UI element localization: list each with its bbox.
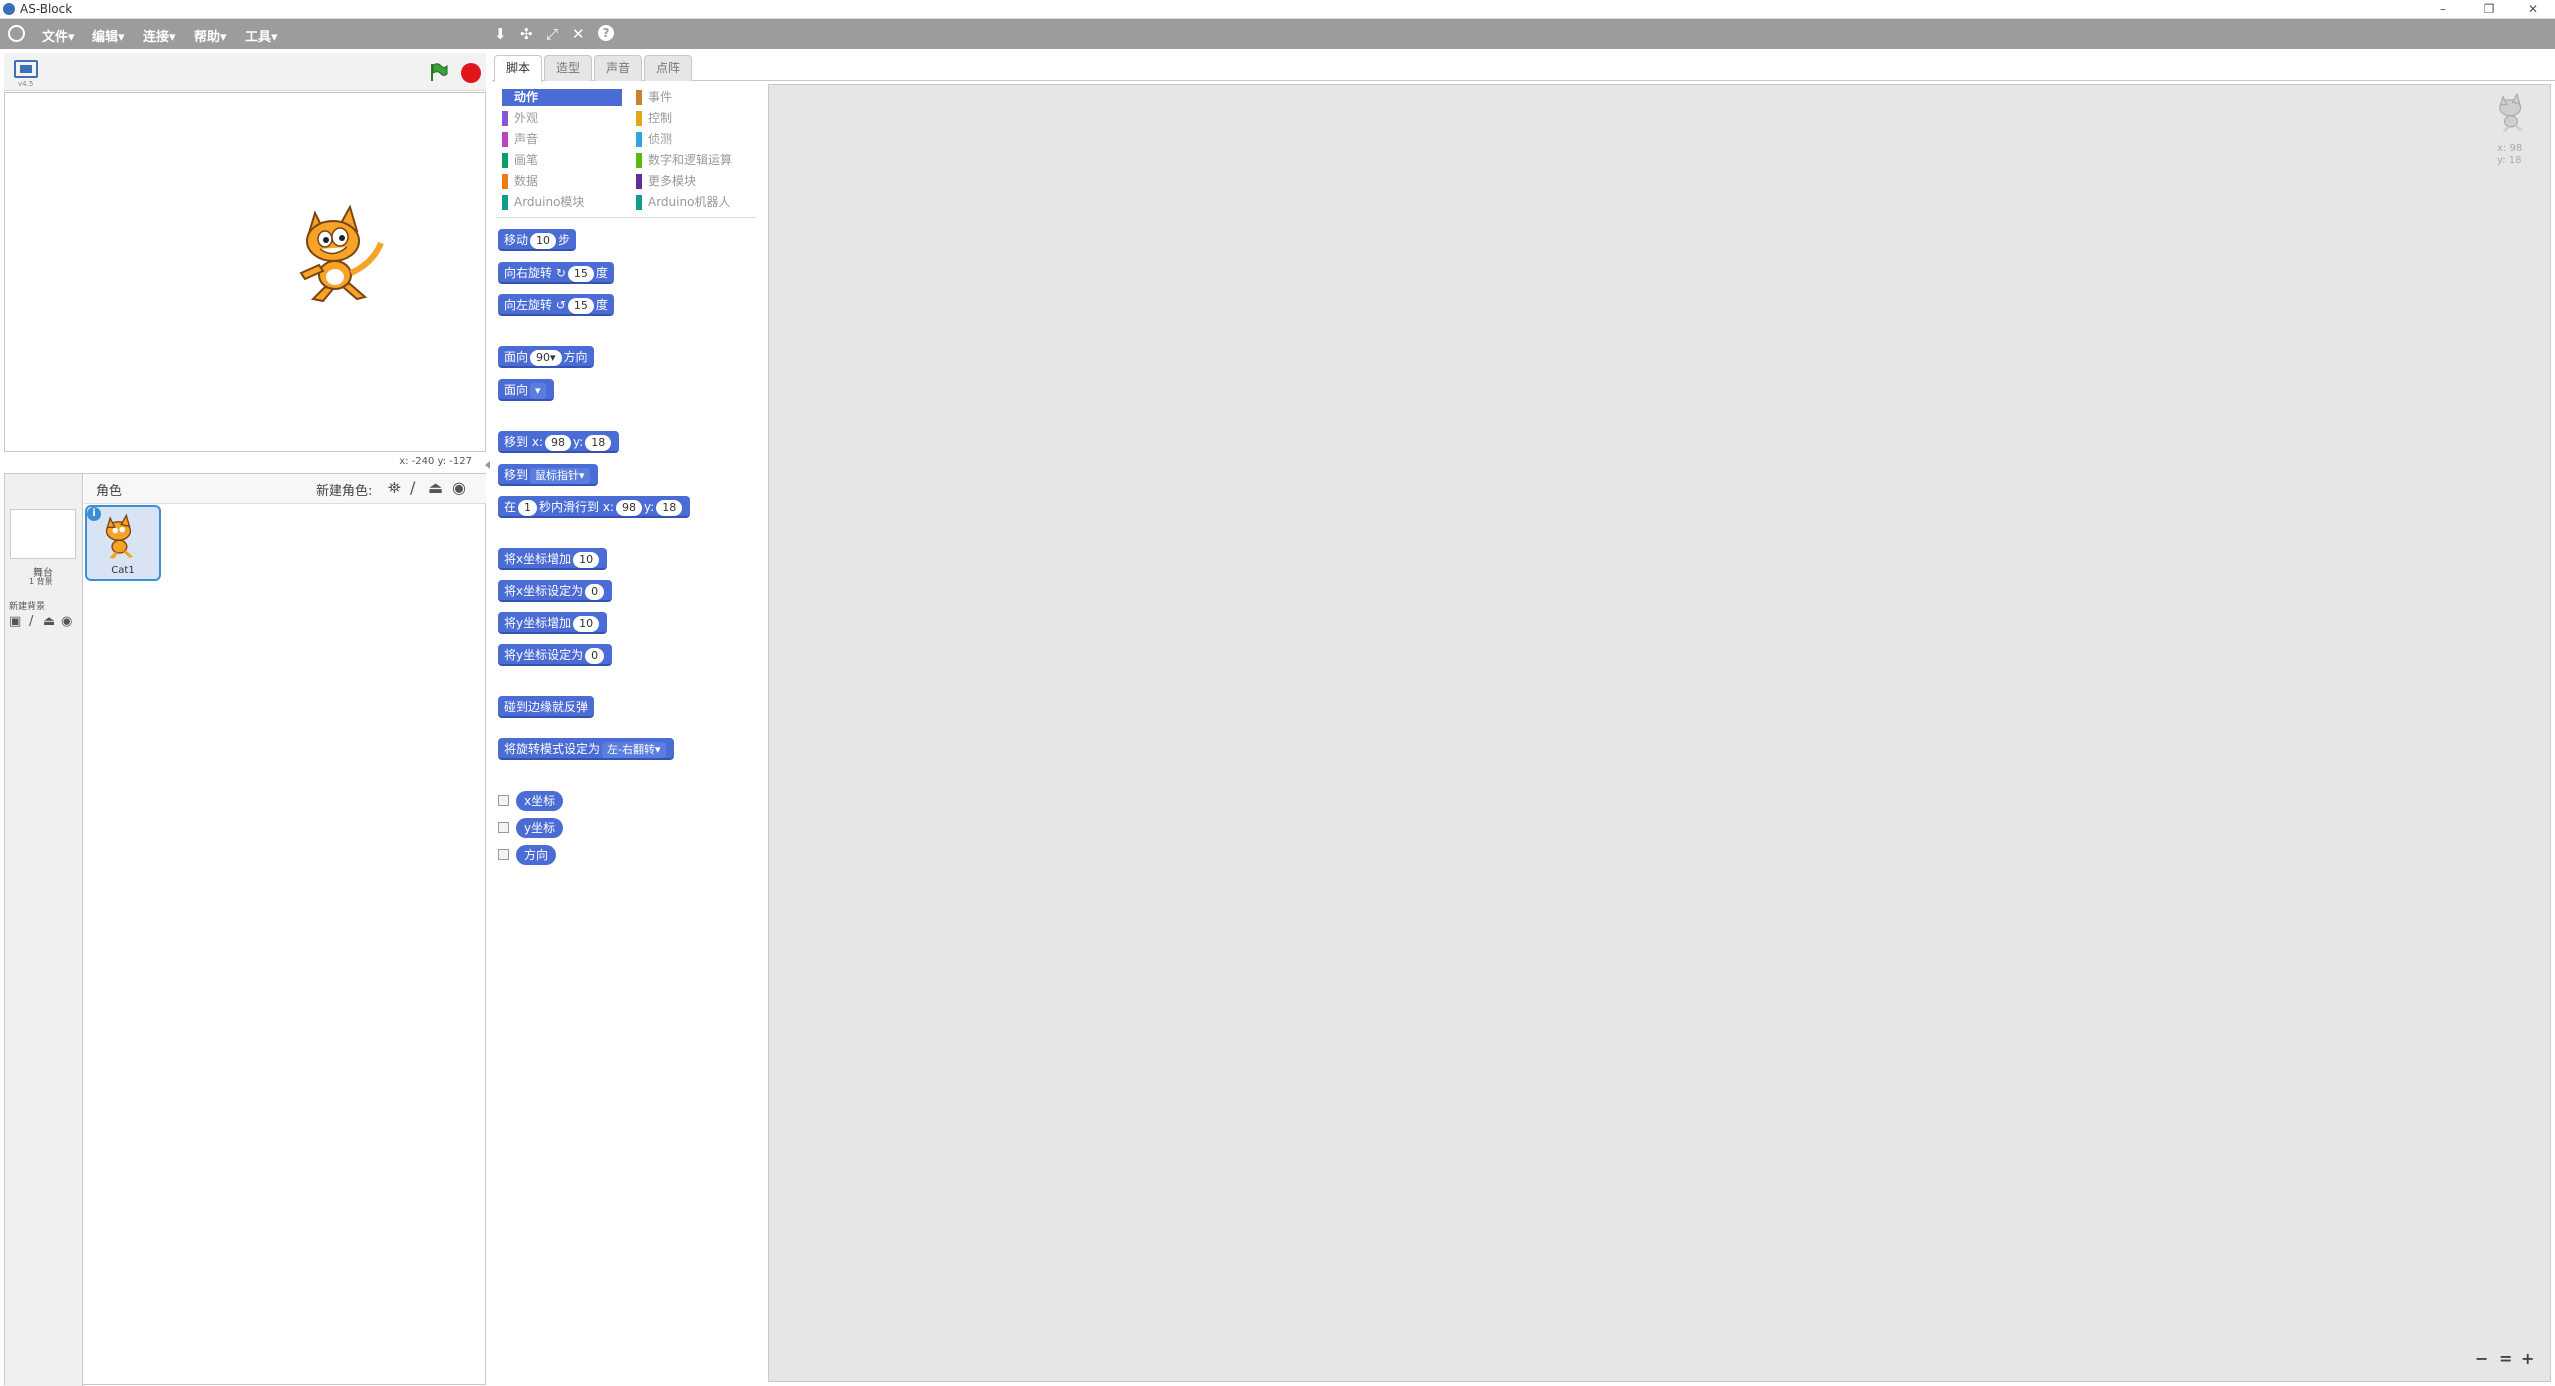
category-arduino-robot[interactable]: Arduino机器人: [636, 194, 756, 211]
globe-icon[interactable]: [8, 25, 25, 42]
paint-backdrop-icon[interactable]: /: [29, 614, 33, 629]
zoom-out-icon[interactable]: −: [2475, 1349, 2488, 1368]
tab-sounds[interactable]: 声音: [594, 55, 642, 81]
stage-column: 舞台 1 背景 新建背景 ▣ / ⏏ ◉: [5, 474, 83, 1386]
sprite-pane: 舞台 1 背景 新建背景 ▣ / ⏏ ◉ 角色 新建角色: ⛯ / ⏏ ◉ i …: [4, 473, 486, 1386]
menu-file[interactable]: 文件▾: [42, 26, 75, 45]
app-logo-icon: [3, 3, 15, 15]
sprite-info-icon[interactable]: i: [87, 507, 101, 521]
sprites-title: 角色: [96, 484, 123, 499]
stage[interactable]: [4, 92, 486, 452]
window-title: AS-Block: [20, 2, 73, 16]
block-point-towards[interactable]: 面向 ▾: [498, 379, 554, 401]
checkbox-direction[interactable]: [498, 849, 509, 860]
presentation-mode-icon[interactable]: [14, 60, 38, 78]
block-set-y[interactable]: 将y坐标设定为 0: [498, 644, 613, 666]
category-sensing[interactable]: 侦测: [636, 131, 756, 148]
checkbox-x-position[interactable]: [498, 795, 509, 806]
restore-button[interactable]: ❐: [2466, 0, 2512, 19]
sprite-tile-cat1[interactable]: i Cat1: [85, 505, 161, 581]
reporter-direction[interactable]: 方向: [516, 845, 557, 865]
camera-sprite-icon[interactable]: ◉: [452, 478, 466, 497]
version-label: v4.5: [18, 80, 34, 88]
category-motion[interactable]: 动作: [502, 89, 622, 106]
rotate-ccw-icon: ↺: [555, 298, 566, 312]
block-palette: 动作 外观 声音 画笔 数据 Arduino模块 事件 控制 侦测 数字和逻辑运…: [492, 82, 762, 1385]
backdrop-count: 1 背景: [29, 577, 53, 586]
stage-header: v4.5: [4, 53, 486, 91]
menu-bar: 文件▾ 编辑▾ 连接▾ 帮助▾ 工具▾ ⬇ ✣ ⤢ ✕ ?: [0, 19, 2555, 49]
tab-matrix[interactable]: 点阵: [644, 55, 692, 81]
category-looks[interactable]: 外观: [502, 110, 622, 127]
zoom-reset-icon[interactable]: =: [2499, 1349, 2512, 1368]
menu-tools[interactable]: 工具▾: [245, 26, 278, 45]
zoom-in-icon[interactable]: +: [2521, 1349, 2534, 1368]
category-events[interactable]: 事件: [636, 89, 756, 106]
script-area[interactable]: x: 98 y: 18 − = +: [768, 84, 2551, 1382]
rotate-cw-icon: ↻: [555, 266, 566, 280]
paint-sprite-icon[interactable]: /: [410, 478, 415, 497]
stop-icon[interactable]: [461, 63, 481, 83]
block-point-direction[interactable]: 面向 90▾ 方向: [498, 346, 594, 368]
new-sprite-label: 新建角色:: [316, 484, 373, 499]
block-turn-left[interactable]: 向左旋转 ↺ 15 度: [498, 294, 614, 316]
block-goto-xy[interactable]: 移到 x: 98 y: 18: [498, 431, 620, 453]
menu-connect[interactable]: 连接▾: [143, 26, 176, 45]
category-more-blocks[interactable]: 更多模块: [636, 173, 756, 190]
palette-divider: [496, 217, 756, 218]
help-icon[interactable]: ?: [598, 25, 614, 41]
sprite-name: Cat1: [111, 565, 135, 576]
title-bar: AS-Block – ❐ ✕: [0, 0, 2555, 19]
close-button[interactable]: ✕: [2510, 0, 2555, 19]
category-data[interactable]: 数据: [502, 173, 622, 190]
menu-help[interactable]: 帮助▾: [194, 26, 227, 45]
shrink-icon[interactable]: ✕: [572, 25, 585, 43]
tab-costumes[interactable]: 造型: [544, 55, 592, 81]
minimize-button[interactable]: –: [2420, 0, 2466, 19]
grow-icon[interactable]: ✣: [520, 25, 533, 43]
block-glide[interactable]: 在 1 秒内滑行到 x: 98 y: 18: [498, 496, 691, 518]
collapse-stage-icon[interactable]: [485, 461, 490, 469]
block-change-x[interactable]: 将x坐标增加 10: [498, 548, 608, 570]
block-bounce[interactable]: 碰到边缘就反弹: [498, 696, 595, 718]
category-pen[interactable]: 画笔: [502, 152, 622, 169]
upload-backdrop-icon[interactable]: ⏏: [43, 614, 55, 629]
fullscreen-icon[interactable]: ⤢: [546, 25, 558, 43]
current-sprite-icon: [2499, 92, 2523, 132]
category-operators[interactable]: 数字和逻辑运算: [636, 152, 756, 169]
sprite-library-icon[interactable]: ⛯: [388, 478, 401, 498]
stage-thumbnail[interactable]: [10, 509, 76, 559]
block-set-x[interactable]: 将x坐标设定为 0: [498, 580, 613, 602]
new-backdrop-label: 新建背景: [9, 602, 46, 612]
block-goto[interactable]: 移到 鼠标指针▾: [498, 464, 598, 486]
mouse-coordinates: x: -240 y: -127: [399, 456, 472, 467]
category-control[interactable]: 控制: [636, 110, 756, 127]
category-sound[interactable]: 声音: [502, 131, 622, 148]
reporter-x-position[interactable]: x坐标: [516, 791, 564, 811]
block-move[interactable]: 移动 10 步: [498, 229, 577, 251]
reporter-y-position[interactable]: y坐标: [516, 818, 564, 838]
stamp-icon[interactable]: ⬇: [494, 25, 507, 43]
tab-scripts[interactable]: 脚本: [494, 55, 542, 82]
cat-thumbnail-icon: [105, 513, 134, 559]
block-change-y[interactable]: 将y坐标增加 10: [498, 612, 608, 634]
menu-edit[interactable]: 编辑▾: [92, 26, 125, 45]
sprite-header: 角色 新建角色: ⛯ / ⏏ ◉: [84, 474, 486, 504]
block-rotation-style[interactable]: 将旋转模式设定为 左-右翻转▾: [498, 738, 674, 760]
backdrop-library-icon[interactable]: ▣: [9, 614, 21, 629]
checkbox-y-position[interactable]: [498, 822, 509, 833]
sprite-x-readout: x: 98: [2497, 143, 2523, 154]
editor-tabs: 脚本 造型 声音 点阵: [492, 53, 2555, 82]
block-turn-right[interactable]: 向右旋转 ↻ 15 度: [498, 262, 614, 284]
sprite-y-readout: y: 18: [2497, 155, 2522, 166]
green-flag-icon[interactable]: [428, 62, 448, 85]
upload-sprite-icon[interactable]: ⏏: [428, 478, 443, 497]
cat-sprite[interactable]: [295, 203, 395, 308]
camera-backdrop-icon[interactable]: ◉: [61, 614, 72, 629]
category-arduino[interactable]: Arduino模块: [502, 194, 622, 211]
